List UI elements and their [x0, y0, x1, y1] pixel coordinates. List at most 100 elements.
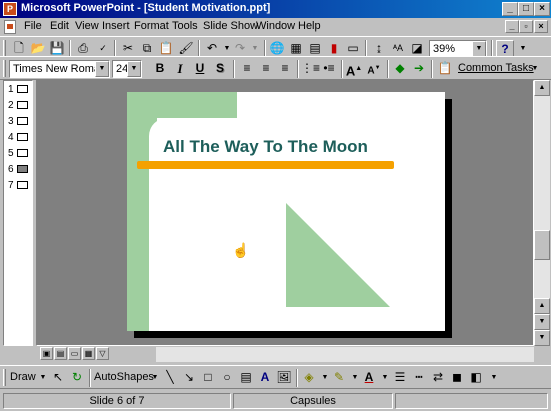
clip-art-icon[interactable]: 🖼	[275, 369, 293, 387]
separator	[297, 60, 299, 78]
slide-thumbnail[interactable]: 3	[8, 116, 28, 127]
bold-button[interactable]: B	[151, 60, 169, 78]
shadow-button[interactable]: S	[211, 60, 229, 78]
rectangle-icon[interactable]: □	[199, 369, 217, 387]
menu-insert[interactable]: Insert	[102, 20, 130, 32]
scroll-down-icon[interactable]: ▼	[534, 314, 550, 330]
maximize-button[interactable]: □	[518, 2, 534, 16]
outline-divider[interactable]	[33, 80, 35, 346]
arrow-style-icon[interactable]: ⇄	[429, 369, 447, 387]
slide-show-view-icon[interactable]: ▽	[96, 347, 109, 360]
zoom-value: 39%	[433, 43, 456, 55]
slide-canvas[interactable]: All The Way To The Moon	[127, 92, 445, 331]
text-box-icon[interactable]: ▤	[237, 369, 255, 387]
menu-slide-show[interactable]: Slide Show	[203, 20, 258, 32]
chevron-down-icon[interactable]: ▼	[472, 41, 486, 57]
dash-style-icon[interactable]: ┅	[410, 369, 428, 387]
slide-position-status: Slide 6 of 7	[3, 393, 231, 409]
align-right-icon[interactable]: ≡	[276, 60, 294, 78]
draw-menu-button[interactable]: Draw	[10, 371, 36, 383]
triangle-shape[interactable]	[286, 203, 392, 307]
slide-thumbnail[interactable]: 4	[8, 132, 28, 143]
slide-thumbnail[interactable]: 7	[8, 180, 28, 191]
doc-minimize-button[interactable]: _	[505, 20, 519, 33]
select-objects-icon[interactable]: ↖	[49, 369, 67, 387]
minimize-button[interactable]: _	[502, 2, 518, 16]
font-size-select[interactable]: 24 ▼	[112, 60, 142, 78]
separator	[296, 369, 298, 387]
menu-view[interactable]: View	[75, 20, 99, 32]
underline-button[interactable]: U	[191, 60, 209, 78]
increase-font-size-icon[interactable]: A▲	[345, 60, 363, 78]
vertical-scrollbar[interactable]: ▲ ▲ ▼ ▼	[534, 80, 550, 346]
toolbar-grip[interactable]	[3, 60, 6, 77]
slide-icon	[17, 149, 28, 157]
common-tasks-button[interactable]: Common Tasks	[458, 62, 534, 74]
scroll-thumb[interactable]	[534, 230, 550, 260]
scroll-up-icon[interactable]: ▲	[534, 80, 550, 96]
arrow-icon[interactable]: ↘	[180, 369, 198, 387]
scroll-up-icon[interactable]: ▲	[534, 298, 550, 314]
shadow-icon[interactable]: ◼	[448, 369, 466, 387]
promote-icon[interactable]: ◆	[391, 60, 409, 78]
align-left-icon[interactable]: ≡	[238, 60, 256, 78]
menu-edit[interactable]: Edit	[50, 20, 69, 32]
italic-button[interactable]: I	[171, 60, 189, 78]
chevron-down-icon[interactable]: ▼	[127, 61, 141, 77]
slide-thumbnail[interactable]: 5	[8, 148, 28, 159]
horizontal-scrollbar[interactable]	[156, 347, 534, 362]
slide-thumbnail[interactable]: 2	[8, 100, 28, 111]
slide-thumbnail[interactable]: 1	[8, 84, 28, 95]
toolbar-options-icon[interactable]: ▼	[485, 369, 503, 387]
title-underline-bar	[137, 161, 394, 169]
slide-icon	[17, 85, 28, 93]
free-rotate-icon[interactable]: ↻	[68, 369, 86, 387]
font-value: Times New Roman	[13, 63, 107, 75]
slide-icon	[17, 181, 28, 189]
doc-restore-button[interactable]: ▫	[519, 20, 533, 33]
line-style-icon[interactable]: ☰	[391, 369, 409, 387]
slide-sorter-view-icon[interactable]: ▦	[82, 347, 95, 360]
common-tasks-dropdown-icon[interactable]: ▼	[526, 60, 544, 78]
menu-tools[interactable]: Tools	[172, 20, 198, 32]
numbering-icon[interactable]: ⋮≡	[301, 60, 320, 78]
bullets-icon[interactable]: •≡	[320, 60, 338, 78]
slide-green-header	[127, 92, 237, 118]
slide-title[interactable]: All The Way To The Moon	[163, 137, 368, 157]
outline-view-icon[interactable]: ▤	[54, 347, 67, 360]
menu-window[interactable]: Window	[256, 20, 295, 32]
menu-help[interactable]: Help	[298, 20, 321, 32]
slide-view-icon[interactable]: ▭	[68, 347, 81, 360]
slide-icon	[17, 117, 28, 125]
demote-icon[interactable]: ➔	[410, 60, 428, 78]
slide-icon	[17, 101, 28, 109]
close-button[interactable]: ×	[534, 2, 550, 16]
powerpoint-app-icon[interactable]: P	[3, 2, 17, 16]
decrease-font-size-icon[interactable]: A▼	[365, 60, 383, 78]
doc-close-button[interactable]: ×	[534, 20, 548, 33]
common-tasks-icon[interactable]: 📋	[436, 60, 454, 78]
oval-icon[interactable]: ○	[218, 369, 236, 387]
wordart-icon[interactable]: A	[256, 369, 274, 387]
triangle-fill	[286, 203, 390, 307]
autoshapes-menu-button[interactable]: AutoShapes	[94, 371, 154, 383]
menu-format[interactable]: Format	[134, 20, 169, 32]
normal-view-icon[interactable]: ▣	[40, 347, 53, 360]
window-title: Microsoft PowerPoint - [Student Motivati…	[21, 2, 271, 14]
slide-icon	[17, 133, 28, 141]
document-icon[interactable]	[4, 20, 16, 34]
separator	[387, 60, 389, 78]
menu-file[interactable]: File	[24, 20, 42, 32]
3d-icon[interactable]: ◧	[467, 369, 485, 387]
toolbar-grip[interactable]	[3, 40, 6, 57]
toolbar-grip[interactable]	[3, 369, 6, 386]
line-icon[interactable]: ╲	[161, 369, 179, 387]
slide-thumbnail-active[interactable]: 6	[8, 164, 28, 175]
center-icon[interactable]: ≡	[257, 60, 275, 78]
design-template-status: Capsules	[233, 393, 393, 409]
chevron-down-icon[interactable]: ▼	[95, 61, 109, 77]
separator	[233, 60, 235, 78]
font-select[interactable]: Times New Roman ▼	[9, 60, 110, 78]
scroll-down-icon[interactable]: ▼	[534, 330, 550, 346]
outline-pane[interactable]: 1 2 3 4 5 6 7	[3, 80, 33, 346]
